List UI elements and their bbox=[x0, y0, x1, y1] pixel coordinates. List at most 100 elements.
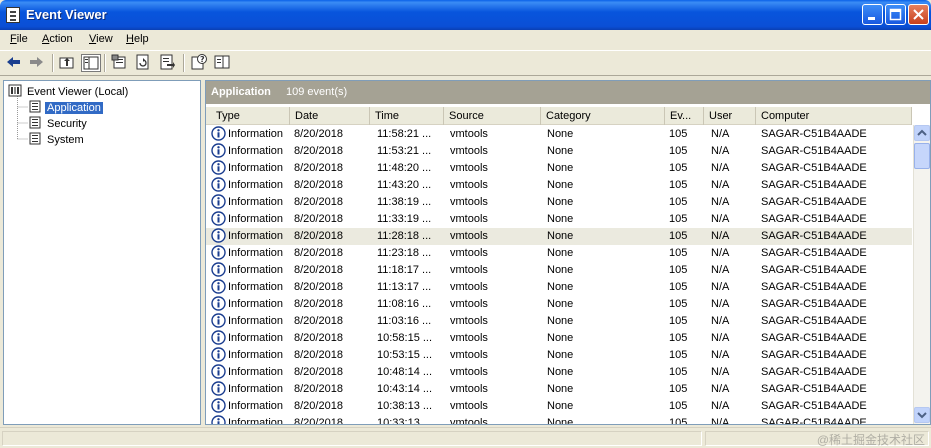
cell-source: vmtools bbox=[450, 332, 488, 344]
scroll-up-icon bbox=[917, 129, 927, 136]
information-icon bbox=[211, 143, 226, 158]
cell-event: 105 bbox=[669, 349, 688, 361]
cell-user: N/A bbox=[711, 179, 730, 191]
table-row[interactable]: Information 8/20/2018 11:28:18 ... vmtools N… bbox=[206, 228, 912, 245]
cell-user: N/A bbox=[711, 332, 730, 344]
close-button[interactable] bbox=[908, 4, 929, 25]
column-header-date[interactable]: Date bbox=[290, 107, 370, 125]
help-button[interactable]: ? bbox=[190, 54, 210, 72]
cell-event: 105 bbox=[669, 383, 688, 395]
scroll-thumb[interactable] bbox=[914, 143, 930, 169]
cell-category: None bbox=[547, 230, 574, 242]
cell-source: vmtools bbox=[450, 281, 488, 293]
show-hide-tree-button[interactable] bbox=[81, 54, 101, 72]
cell-type: Information bbox=[228, 230, 284, 242]
table-row[interactable]: Information 8/20/2018 11:58:21 ... vmtools N… bbox=[206, 126, 912, 143]
back-icon bbox=[7, 57, 20, 67]
cell-time: 11:48:20 ... bbox=[377, 162, 432, 174]
menu-file[interactable]: File bbox=[10, 33, 28, 45]
cell-user: N/A bbox=[711, 128, 730, 140]
table-row[interactable]: Information 8/20/2018 11:18:17 ... vmtools N… bbox=[206, 262, 912, 279]
table-row[interactable]: Information 8/20/2018 11:53:21 ... vmtools N… bbox=[206, 143, 912, 160]
tree-item-security[interactable]: Security bbox=[28, 116, 89, 130]
table-row[interactable]: Information 8/20/2018 11:23:18 ... vmtools N… bbox=[206, 245, 912, 262]
tree-item-system[interactable]: System bbox=[28, 132, 86, 146]
up-one-level-button[interactable] bbox=[58, 54, 78, 72]
properties-button[interactable] bbox=[111, 54, 131, 72]
minimize-button[interactable] bbox=[862, 4, 883, 25]
title-bar[interactable]: Event Viewer bbox=[0, 0, 931, 30]
cell-source: vmtools bbox=[450, 230, 488, 242]
export-list-button[interactable] bbox=[158, 54, 178, 72]
cell-type: Information bbox=[228, 349, 284, 361]
table-row[interactable]: Information 8/20/2018 11:08:16 ... vmtools N… bbox=[206, 296, 912, 313]
log-icon bbox=[29, 100, 41, 113]
cell-user: N/A bbox=[711, 230, 730, 242]
column-header-event[interactable]: Ev... bbox=[665, 107, 704, 125]
export-list-icon bbox=[160, 54, 175, 70]
forward-icon bbox=[30, 57, 43, 67]
column-header-user[interactable]: User bbox=[704, 107, 756, 125]
column-header-source[interactable]: Source bbox=[444, 107, 541, 125]
scroll-up-button[interactable] bbox=[914, 125, 930, 141]
cell-computer: SAGAR-C51B4AADE bbox=[761, 162, 867, 174]
cell-time: 10:38:13 ... bbox=[377, 400, 433, 412]
tree-item-root[interactable]: Event Viewer (Local) bbox=[8, 84, 130, 98]
cell-type: Information bbox=[228, 145, 284, 157]
table-row[interactable]: Information 8/20/2018 10:48:14 ... vmtools N… bbox=[206, 364, 912, 381]
back-button[interactable] bbox=[5, 54, 25, 72]
table-row[interactable]: Information 8/20/2018 11:03:16 ... vmtools N… bbox=[206, 313, 912, 330]
window-title: Event Viewer bbox=[26, 7, 107, 22]
cell-computer: SAGAR-C51B4AADE bbox=[761, 400, 867, 412]
scroll-down-button[interactable] bbox=[914, 407, 930, 423]
cell-event: 105 bbox=[669, 417, 688, 425]
cell-time: 10:53:15 ... bbox=[377, 349, 433, 361]
cell-type: Information bbox=[228, 366, 284, 378]
column-header-category[interactable]: Category bbox=[541, 107, 665, 125]
cell-type: Information bbox=[228, 400, 284, 412]
table-row[interactable]: Information 8/20/2018 11:43:20 ... vmtools N… bbox=[206, 177, 912, 194]
column-header-computer[interactable]: Computer bbox=[756, 107, 912, 125]
information-icon bbox=[211, 211, 226, 226]
cell-type: Information bbox=[228, 128, 284, 140]
maximize-button[interactable] bbox=[885, 4, 906, 25]
scroll-down-icon bbox=[917, 412, 927, 419]
table-row[interactable]: Information 8/20/2018 11:48:20 ... vmtools N… bbox=[206, 160, 912, 177]
column-header-type[interactable]: Type bbox=[211, 107, 290, 125]
cell-event: 105 bbox=[669, 315, 688, 327]
tree-item-application[interactable]: Application bbox=[28, 100, 103, 114]
cell-date: 8/20/2018 bbox=[294, 162, 343, 174]
table-row[interactable]: Information 8/20/2018 11:33:19 ... vmtools N… bbox=[206, 211, 912, 228]
information-icon bbox=[211, 330, 226, 345]
table-row[interactable]: Information 8/20/2018 11:13:17 ... vmtools N… bbox=[206, 279, 912, 296]
table-row[interactable]: Information 8/20/2018 11:38:19 ... vmtools N… bbox=[206, 194, 912, 211]
console-tree-button[interactable] bbox=[213, 54, 233, 72]
cell-source: vmtools bbox=[450, 196, 488, 208]
table-row[interactable]: Information 8/20/2018 10:58:15 ... vmtools N… bbox=[206, 330, 912, 347]
menu-view[interactable]: View bbox=[89, 33, 113, 45]
cell-type: Information bbox=[228, 298, 284, 310]
cell-category: None bbox=[547, 264, 574, 276]
console-tree[interactable]: Event Viewer (Local) Application Securit… bbox=[3, 80, 201, 425]
information-icon bbox=[211, 415, 226, 424]
information-icon bbox=[211, 347, 226, 362]
table-row[interactable]: Information 8/20/2018 10:43:14 ... vmtools N… bbox=[206, 381, 912, 398]
cell-time: 10:58:15 ... bbox=[377, 332, 433, 344]
menu-help[interactable]: Help bbox=[126, 33, 149, 45]
table-row[interactable]: Information 8/20/2018 10:53:15 ... vmtools N… bbox=[206, 347, 912, 364]
minimize-icon bbox=[868, 17, 875, 20]
cell-category: None bbox=[547, 247, 574, 259]
refresh-button[interactable] bbox=[134, 54, 154, 72]
cell-source: vmtools bbox=[450, 417, 488, 425]
column-header-time[interactable]: Time bbox=[370, 107, 444, 125]
menu-bar: File Action View Help bbox=[0, 30, 931, 50]
table-row[interactable]: Information 8/20/2018 10:38:13 ... vmtools N… bbox=[206, 398, 912, 415]
log-icon bbox=[29, 132, 41, 145]
table-row[interactable]: Information 8/20/2018 10:33:13 ... vmtools N… bbox=[206, 415, 912, 425]
cell-category: None bbox=[547, 383, 574, 395]
toolbar-separator bbox=[104, 54, 106, 72]
pane-header: Application 109 event(s) bbox=[206, 81, 930, 104]
menu-action[interactable]: Action bbox=[42, 33, 73, 45]
forward-button[interactable] bbox=[27, 54, 47, 72]
vertical-scrollbar[interactable] bbox=[913, 125, 930, 424]
